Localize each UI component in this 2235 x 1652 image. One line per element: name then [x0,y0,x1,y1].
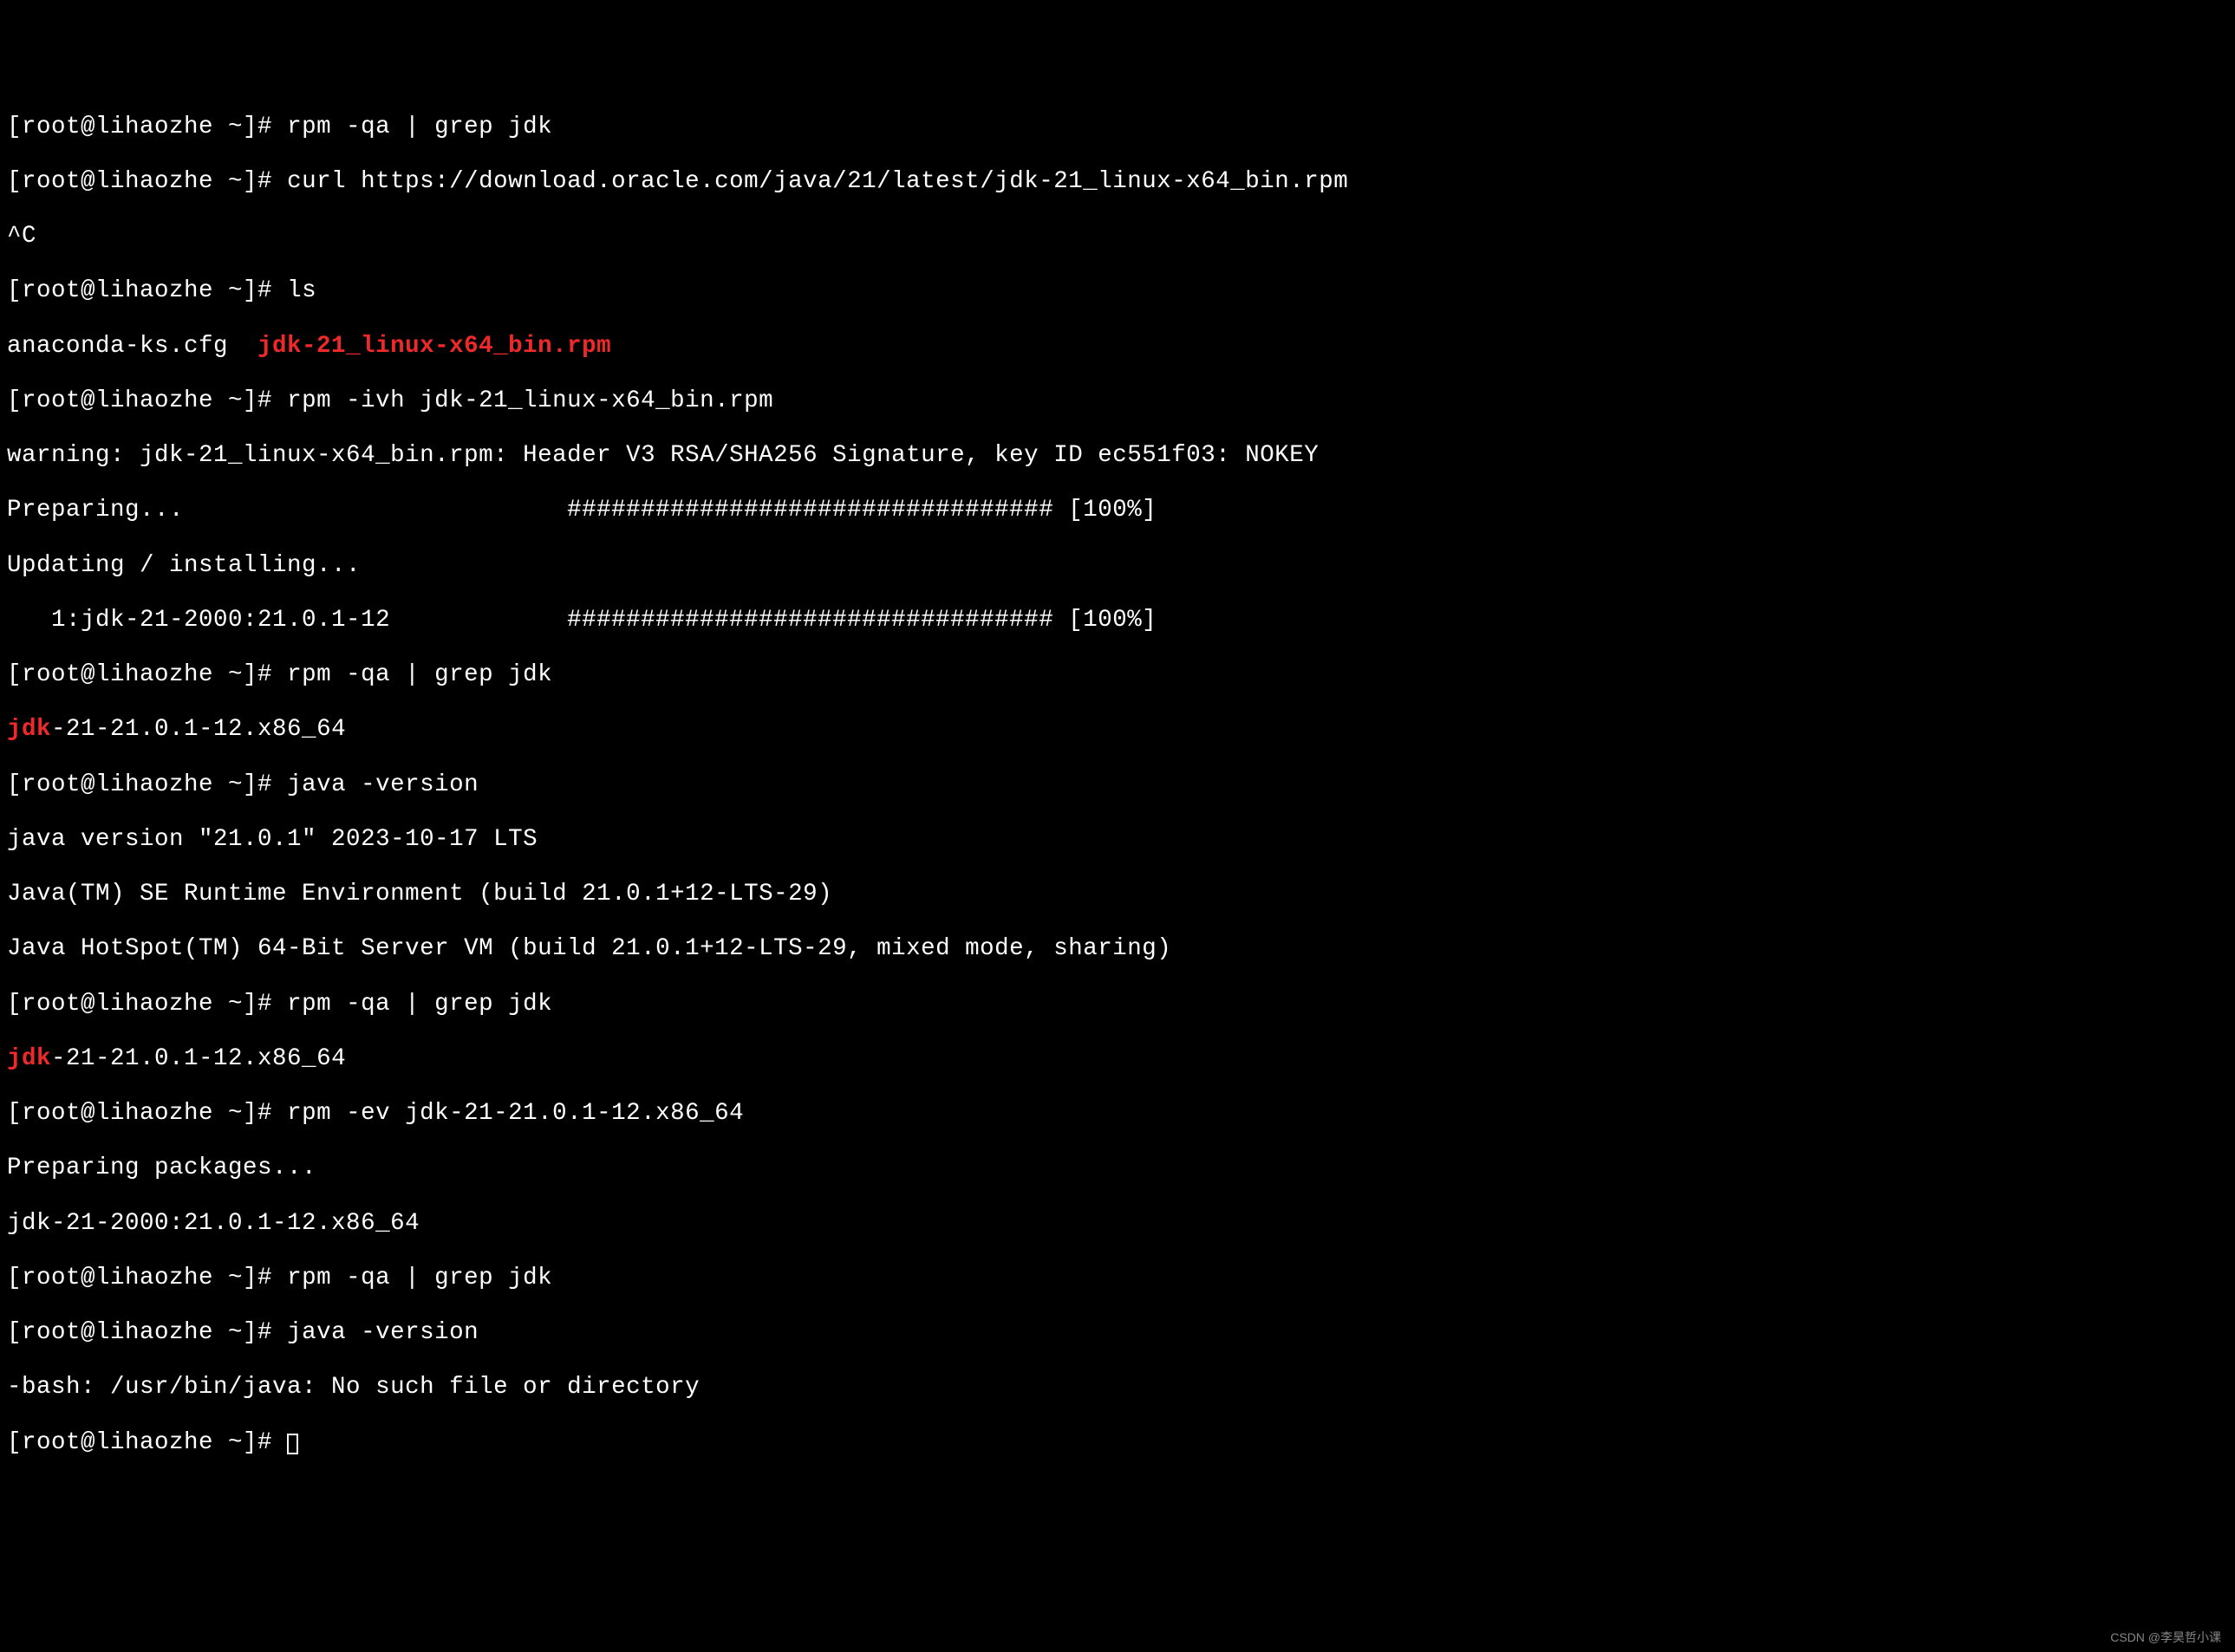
terminal-line: [root@lihaozhe ~]# java -version [7,771,2228,799]
prompt: [root@lihaozhe ~]# [7,277,287,304]
command-text: rpm -ev jdk-21-21.0.1-12.x86_64 [287,1100,744,1127]
prompt: [root@lihaozhe ~]# [7,114,287,140]
terminal-line: java version "21.0.1" 2023-10-17 LTS [7,826,2228,854]
prompt: [root@lihaozhe ~]# [7,1429,287,1456]
command-text: rpm -qa | grep jdk [287,114,552,140]
terminal-line: anaconda-ks.cfg jdk-21_linux-x64_bin.rpm [7,333,2228,361]
command-text: rpm -ivh jdk-21_linux-x64_bin.rpm [287,387,773,414]
output-text: Java HotSpot(TM) 64-Bit Server VM (build… [7,935,1171,962]
output-text: -bash: /usr/bin/java: No such file or di… [7,1374,700,1401]
prompt: [root@lihaozhe ~]# [7,168,287,195]
prompt: [root@lihaozhe ~]# [7,661,287,688]
command-text: ls [287,277,316,304]
ls-file: anaconda-ks.cfg [7,333,257,360]
terminal-line: warning: jdk-21_linux-x64_bin.rpm: Heade… [7,442,2228,470]
ls-file-rpm: jdk-21_linux-x64_bin.rpm [257,333,611,360]
terminal-line: Java(TM) SE Runtime Environment (build 2… [7,881,2228,908]
cursor-icon [287,1434,298,1454]
terminal-line: [root@lihaozhe ~]# rpm -ev jdk-21-21.0.1… [7,1100,2228,1128]
output-text: Preparing packages... [7,1154,316,1181]
terminal-line: 1:jdk-21-2000:21.0.1-12 ################… [7,607,2228,634]
command-text: rpm -qa | grep jdk [287,1265,552,1291]
output-text: -21-21.0.1-12.x86_64 [51,1045,346,1072]
output-text: jdk-21-2000:21.0.1-12.x86_64 [7,1210,420,1237]
grep-match: jdk [7,1045,51,1072]
command-text: curl https://download.oracle.com/java/21… [287,168,1348,195]
prompt: [root@lihaozhe ~]# [7,1100,287,1127]
command-text: rpm -qa | grep jdk [287,991,552,1018]
watermark-text: CSDN @李昊哲小课 [2110,1630,2221,1644]
terminal-line: [root@lihaozhe ~]# curl https://download… [7,168,2228,196]
terminal-line-active[interactable]: [root@lihaozhe ~]# [7,1429,2228,1457]
output-text: 1:jdk-21-2000:21.0.1-12 ################… [7,607,1157,634]
terminal-line: Java HotSpot(TM) 64-Bit Server VM (build… [7,935,2228,963]
output-text: Preparing... ###########################… [7,497,1157,524]
terminal-line: [root@lihaozhe ~]# rpm -qa | grep jdk [7,661,2228,689]
prompt: [root@lihaozhe ~]# [7,387,287,414]
output-text: Java(TM) SE Runtime Environment (build 2… [7,881,832,907]
terminal-line: jdk-21-21.0.1-12.x86_64 [7,1045,2228,1073]
terminal-line: [root@lihaozhe ~]# rpm -qa | grep jdk [7,114,2228,141]
output-text: Updating / installing... [7,552,361,579]
terminal-line: Preparing packages... [7,1154,2228,1182]
output-text: ^C [7,223,36,250]
terminal-line: [root@lihaozhe ~]# rpm -qa | grep jdk [7,1265,2228,1292]
terminal-line: jdk-21-2000:21.0.1-12.x86_64 [7,1210,2228,1238]
prompt: [root@lihaozhe ~]# [7,991,287,1018]
command-text: java -version [287,1319,479,1346]
output-text: warning: jdk-21_linux-x64_bin.rpm: Heade… [7,442,1319,469]
command-text: rpm -qa | grep jdk [287,661,552,688]
terminal-line: Preparing... ###########################… [7,497,2228,524]
prompt: [root@lihaozhe ~]# [7,771,287,798]
prompt: [root@lihaozhe ~]# [7,1319,287,1346]
terminal-line: [root@lihaozhe ~]# java -version [7,1319,2228,1347]
terminal-line: Updating / installing... [7,552,2228,580]
grep-match: jdk [7,716,51,743]
output-text: -21-21.0.1-12.x86_64 [51,716,346,743]
prompt: [root@lihaozhe ~]# [7,1265,287,1291]
terminal-line: [root@lihaozhe ~]# rpm -ivh jdk-21_linux… [7,387,2228,415]
terminal-line: jdk-21-21.0.1-12.x86_64 [7,716,2228,744]
terminal-line: ^C [7,223,2228,250]
output-text: java version "21.0.1" 2023-10-17 LTS [7,826,538,853]
terminal-line: [root@lihaozhe ~]# ls [7,277,2228,305]
command-text: java -version [287,771,479,798]
terminal-line: -bash: /usr/bin/java: No such file or di… [7,1374,2228,1402]
terminal-line: [root@lihaozhe ~]# rpm -qa | grep jdk [7,991,2228,1018]
